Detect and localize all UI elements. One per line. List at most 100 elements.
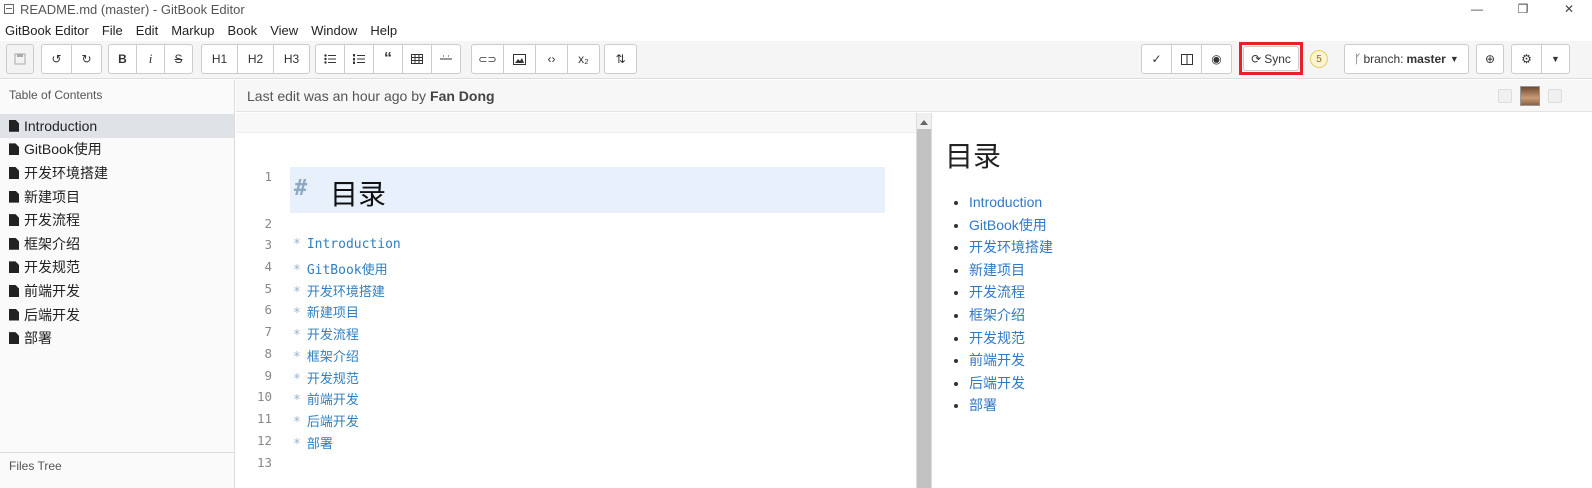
preview-pane: 目录 Introduction GitBook使用 开发环境搭建 新建项目 开发…	[933, 113, 1592, 488]
quote-button[interactable]: “	[373, 44, 403, 74]
line-number: 6	[264, 302, 272, 317]
sync-button[interactable]: ⟳ Sync	[1243, 46, 1299, 71]
horizontal-rule-button[interactable]	[431, 44, 461, 74]
menu-file[interactable]: File	[102, 23, 123, 38]
menu-markup[interactable]: Markup	[171, 23, 214, 38]
menu-bar: GitBook Editor File Edit Markup Book Vie…	[0, 19, 1592, 41]
file-icon	[9, 166, 19, 179]
file-icon	[9, 214, 19, 227]
menu-gitbook-editor[interactable]: GitBook Editor	[5, 23, 89, 38]
restore-icon[interactable]: ❐	[1500, 0, 1546, 18]
split-view-button[interactable]	[1171, 44, 1202, 74]
check-icon: ✓	[1151, 52, 1162, 66]
view-mode-group: ✓ ◉	[1141, 44, 1232, 74]
line-number: 7	[264, 324, 272, 339]
preview-button[interactable]: ◉	[1201, 44, 1232, 74]
list-marker: *	[293, 306, 301, 321]
preview-link[interactable]: 开发规范	[969, 327, 1053, 350]
toc-item-backend[interactable]: 后端开发	[0, 303, 234, 327]
minimize-icon[interactable]: —	[1454, 0, 1500, 18]
editor-line: 7 * 开发流程	[236, 324, 916, 344]
editor-line: 11 * 后端开发	[236, 411, 916, 431]
h1-button[interactable]: H1	[201, 44, 238, 74]
link-button[interactable]: ⊂⊃	[471, 44, 504, 74]
preview-link[interactable]: GitBook使用	[969, 214, 1053, 237]
preview-link[interactable]: 后端开发	[969, 372, 1053, 395]
preview-link[interactable]: 框架介绍	[969, 304, 1053, 327]
toolbar: ↺ ↻ B i S H1 H2 H3 “ ⊂⊃ ‹› x₂ ⇅ ✓ ◉ ⟳ Sy…	[0, 41, 1592, 79]
list-item-text: 开发环境搭建	[306, 285, 385, 300]
pin-icon[interactable]	[1498, 89, 1512, 103]
menu-view[interactable]: View	[270, 23, 298, 38]
toc-item-label: 部署	[24, 330, 52, 347]
check-button[interactable]: ✓	[1141, 44, 1172, 74]
lifebuoy-button[interactable]: ⊕	[1476, 44, 1504, 74]
bold-button[interactable]: B	[108, 44, 137, 74]
files-tree-title[interactable]: Files Tree	[0, 452, 234, 479]
toc-item-frontend[interactable]: 前端开发	[0, 279, 234, 303]
title-bar: README.md (master) - GitBook Editor — ❐ …	[0, 0, 1592, 18]
redo-button[interactable]: ↻	[71, 44, 102, 74]
avatar[interactable]	[1520, 86, 1540, 106]
numbered-list-icon	[353, 54, 365, 64]
image-button[interactable]	[503, 44, 536, 74]
editor-heading-line[interactable]: # 目录	[290, 167, 885, 213]
toc-item-framework[interactable]: 框架介绍	[0, 232, 234, 256]
file-icon	[9, 119, 19, 132]
preview-link[interactable]: Introduction	[969, 191, 1053, 214]
settings-group: ⚙ ▼	[1511, 44, 1570, 74]
preview-link[interactable]: 部署	[969, 394, 1053, 417]
scrollbar-thumb[interactable]	[917, 129, 931, 488]
menu-book[interactable]: Book	[228, 23, 258, 38]
subscript-button[interactable]: x₂	[567, 44, 600, 74]
trash-icon[interactable]	[1548, 89, 1562, 103]
markdown-editor[interactable]: 1 # 目录 2 3 * Introduction 4 * GitBook使用 5 * 开发…	[236, 113, 916, 488]
toc-item-deploy[interactable]: 部署	[0, 326, 234, 350]
h3-button[interactable]: H3	[273, 44, 310, 74]
table-button[interactable]	[402, 44, 432, 74]
toc-item-label: 开发环境搭建	[24, 164, 108, 181]
settings-button[interactable]: ⚙	[1511, 44, 1542, 74]
history-group: ↺ ↻	[41, 44, 102, 74]
toc-item-label: 后端开发	[24, 306, 80, 323]
bullet-list-button[interactable]	[315, 44, 345, 74]
sort-button[interactable]: ⇅	[604, 44, 637, 74]
italic-button[interactable]: i	[136, 44, 165, 74]
toc-item-dev-process[interactable]: 开发流程	[0, 208, 234, 232]
branch-dropdown[interactable]: ᚴ branch: master ▼	[1344, 44, 1469, 74]
preview-link[interactable]: 新建项目	[969, 259, 1053, 282]
preview-link[interactable]: 开发流程	[969, 281, 1053, 304]
undo-icon: ↺	[51, 52, 62, 66]
toc-item-new-project[interactable]: 新建项目	[0, 185, 234, 209]
line-number: 1	[264, 169, 272, 184]
line-number: 3	[264, 237, 272, 252]
list-item-text: 前端开发	[306, 393, 359, 408]
toc-item-dev-spec[interactable]: 开发规范	[0, 256, 234, 280]
toc-item-label: 开发流程	[24, 212, 80, 229]
line-number: 13	[256, 455, 272, 470]
menu-window[interactable]: Window	[311, 23, 357, 38]
scroll-up-arrow-icon[interactable]	[917, 117, 931, 125]
menu-edit[interactable]: Edit	[136, 23, 158, 38]
h2-button[interactable]: H2	[237, 44, 274, 74]
settings-dropdown-button[interactable]: ▼	[1541, 44, 1570, 74]
numbered-list-button[interactable]	[344, 44, 374, 74]
preview-link[interactable]: 前端开发	[969, 349, 1053, 372]
branch-name: master	[1406, 52, 1446, 66]
undo-button[interactable]: ↺	[41, 44, 72, 74]
strikethrough-button[interactable]: S	[164, 44, 193, 74]
toc-item-gitbook[interactable]: GitBook使用	[0, 138, 234, 162]
format-group: B i S	[108, 44, 193, 74]
preview-link[interactable]: 开发环境搭建	[969, 236, 1053, 259]
code-button[interactable]: ‹›	[535, 44, 568, 74]
toc-item-introduction[interactable]: Introduction	[0, 114, 234, 138]
save-button[interactable]	[6, 44, 34, 74]
editor-scrollbar[interactable]	[916, 113, 932, 488]
list-item-text: GitBook使用	[306, 263, 388, 278]
close-icon[interactable]: ✕	[1546, 0, 1592, 18]
redo-icon: ↻	[81, 52, 92, 66]
menu-help[interactable]: Help	[370, 23, 397, 38]
gear-icon: ⚙	[1521, 52, 1532, 66]
toc-item-env-setup[interactable]: 开发环境搭建	[0, 161, 234, 185]
chevron-down-icon: ▼	[1449, 54, 1459, 64]
